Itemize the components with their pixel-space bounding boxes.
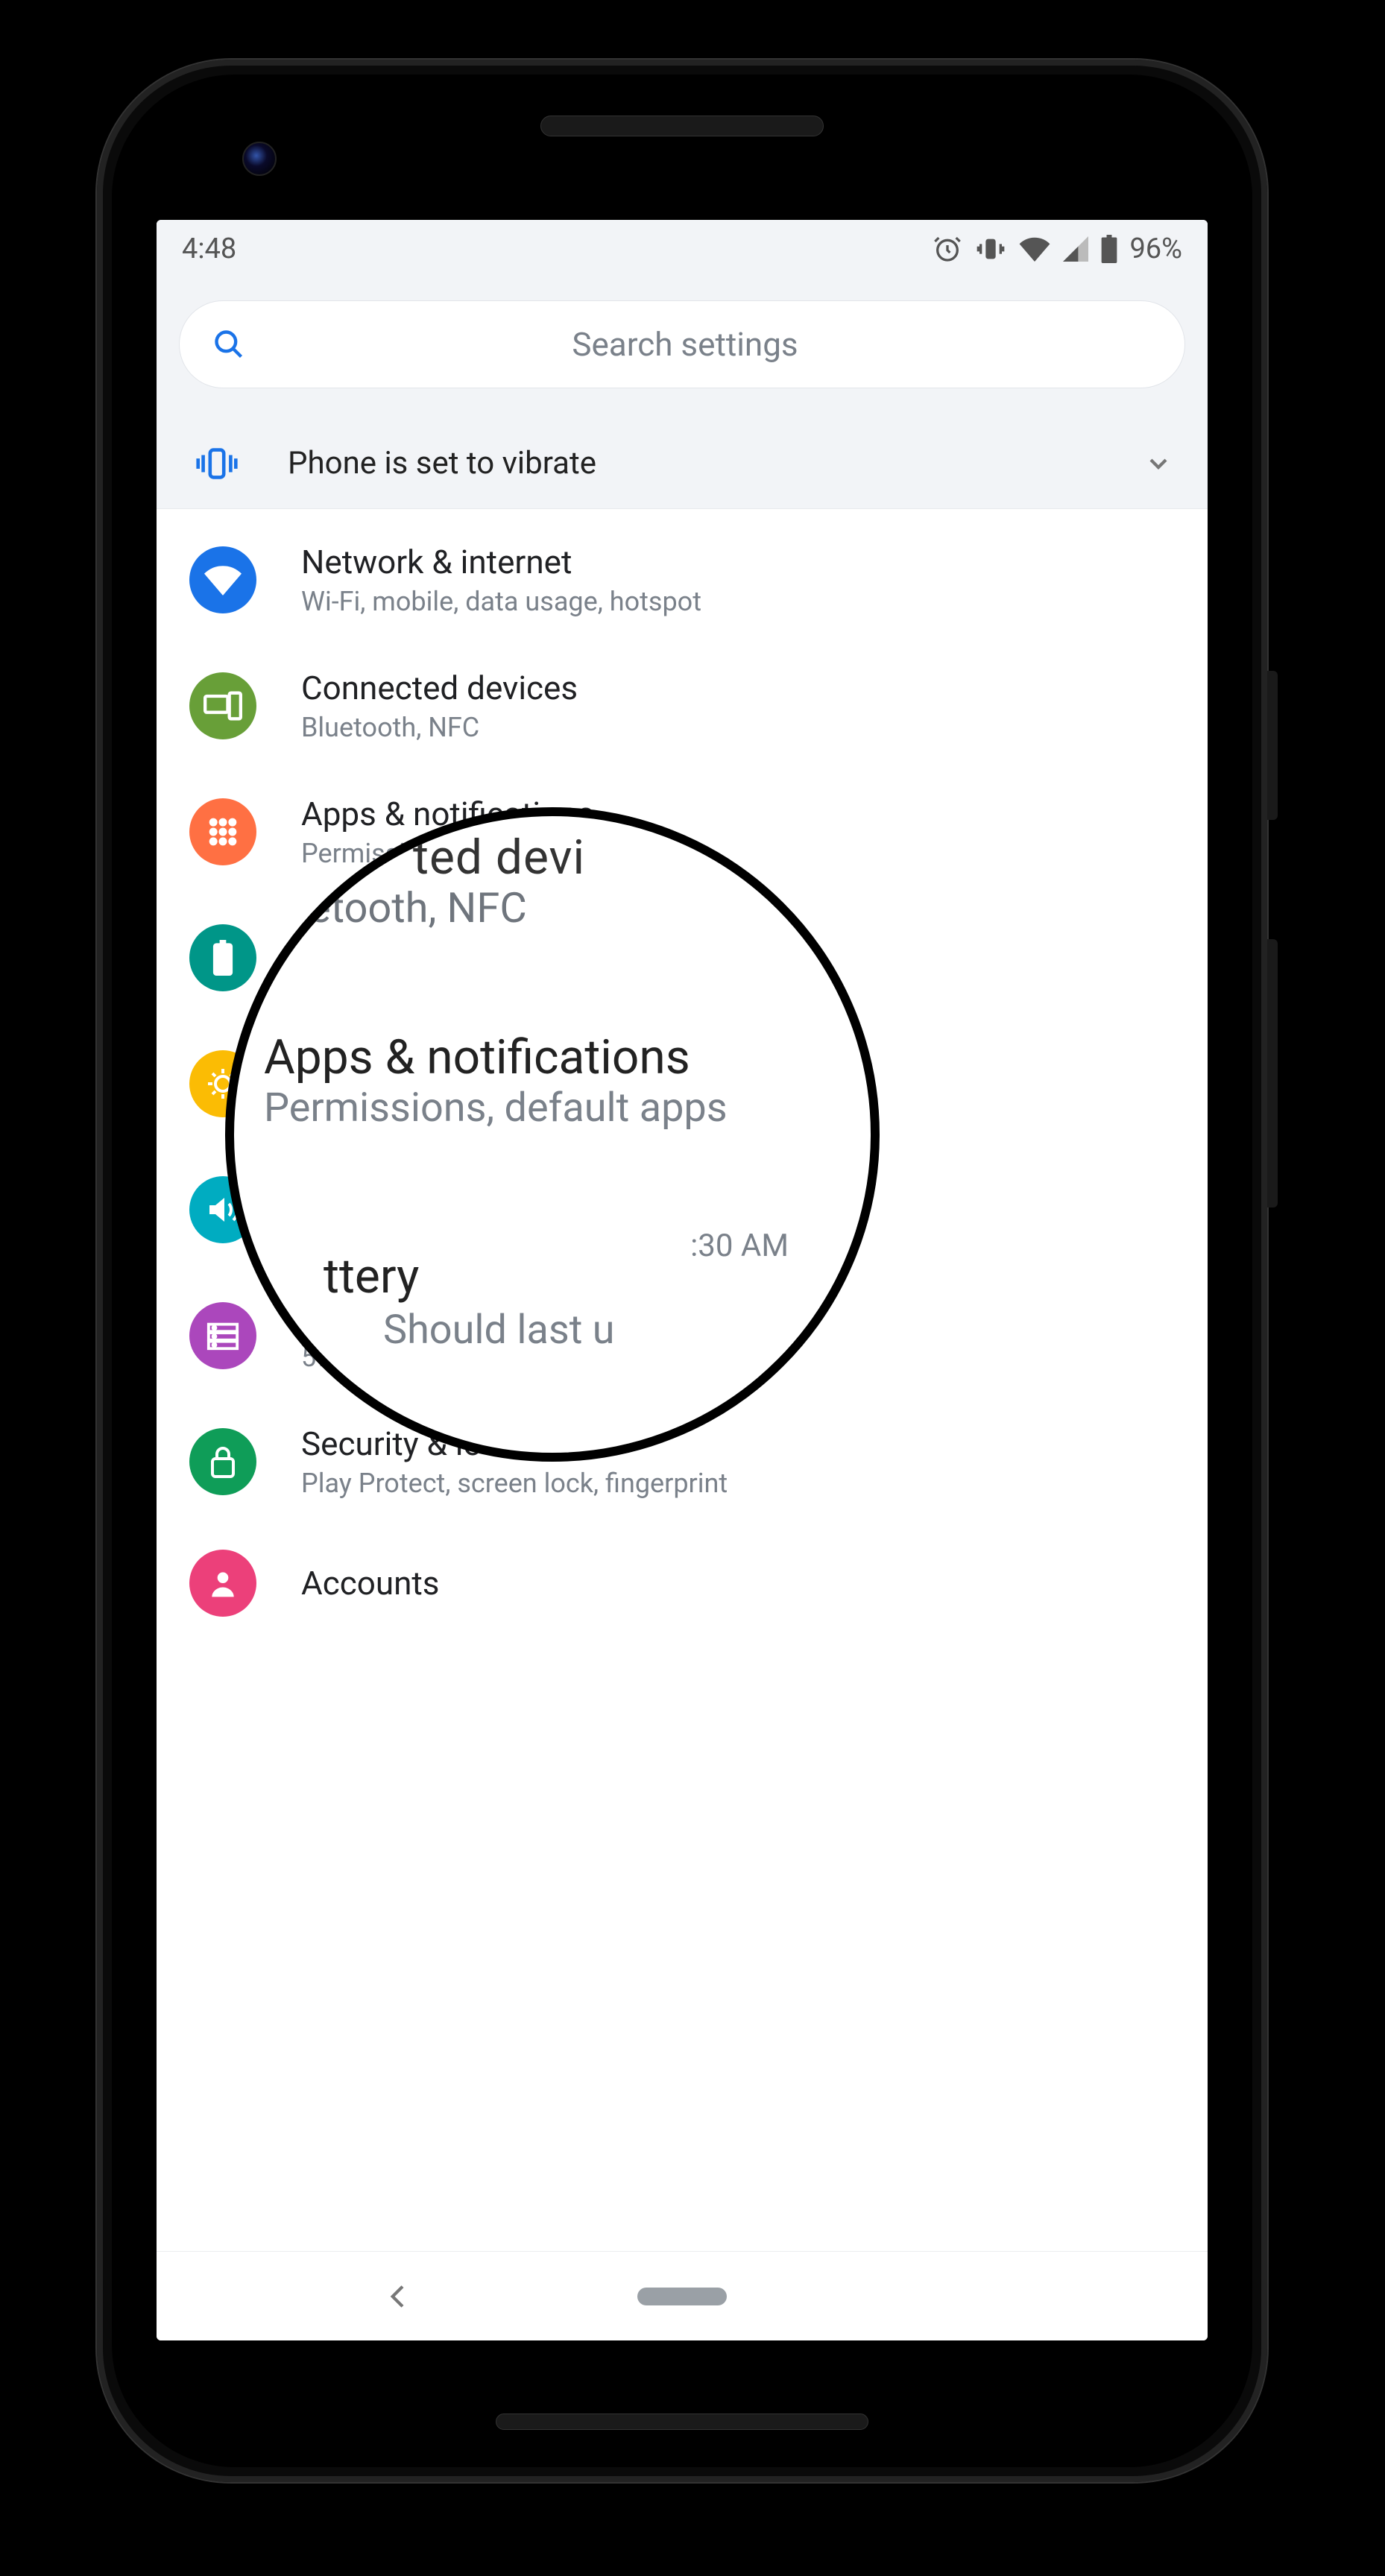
setting-subtitle: 96% - Should last until about 8:30 AM <box>301 964 744 995</box>
setting-subtitle: Permissions, default apps <box>301 838 610 869</box>
vibrate-suggestion-icon <box>191 446 243 481</box>
setting-security[interactable]: Security & location Play Protect, screen… <box>157 1398 1208 1524</box>
setting-title: Storage <box>301 1298 599 1339</box>
search-icon <box>212 328 245 361</box>
devices-icon <box>189 672 256 739</box>
screen: 4:48 96% Search settings <box>157 220 1208 2340</box>
setting-title: Display <box>301 1046 609 1087</box>
setting-connected-devices[interactable]: Connected devices Bluetooth, NFC <box>157 643 1208 768</box>
chevron-down-icon <box>1143 449 1173 479</box>
bottom-speaker <box>496 2414 868 2430</box>
nav-home-pill[interactable] <box>637 2288 727 2305</box>
stage: 4:48 96% Search settings <box>0 0 1385 2576</box>
apps-icon <box>189 798 256 865</box>
nav-back-icon[interactable] <box>384 2282 414 2311</box>
front-camera <box>242 142 277 176</box>
vibrate-icon <box>974 234 1007 264</box>
earpiece <box>540 116 824 136</box>
setting-network[interactable]: Network & internet Wi-Fi, mobile, data u… <box>157 517 1208 643</box>
setting-subtitle: Play Protect, screen lock, fingerprint <box>301 1468 728 1499</box>
setting-title: Security & location <box>301 1424 728 1465</box>
wifi-circle-icon <box>189 546 256 613</box>
setting-title: Apps & notifications <box>301 794 610 835</box>
battery-percent: 96% <box>1129 233 1182 265</box>
status-bar: 4:48 96% <box>157 220 1208 278</box>
setting-title: Accounts <box>301 1563 440 1604</box>
search-bar[interactable]: Search settings <box>179 300 1185 388</box>
accounts-icon <box>189 1550 256 1617</box>
setting-subtitle: Wi-Fi, mobile, data usage, hotspot <box>301 586 701 617</box>
alarm-icon <box>933 234 962 264</box>
cell-signal-icon <box>1062 236 1089 262</box>
setting-title: Network & internet <box>301 542 701 583</box>
settings-list: Network & internet Wi-Fi, mobile, data u… <box>157 509 1208 1617</box>
setting-apps[interactable]: Apps & notifications Permissions, defaul… <box>157 768 1208 894</box>
lock-icon <box>189 1428 256 1495</box>
storage-icon <box>189 1302 256 1369</box>
power-button <box>1267 671 1278 820</box>
status-time: 4:48 <box>182 233 236 265</box>
setting-subtitle: 59% used - 25.95 GB free <box>301 1342 599 1373</box>
setting-sound[interactable]: Sound Volume, vibration, Do Not Disturb <box>157 1146 1208 1272</box>
sound-icon <box>189 1176 256 1243</box>
setting-battery[interactable]: Battery 96% - Should last until about 8:… <box>157 894 1208 1020</box>
setting-title: Battery <box>301 920 744 961</box>
phone-frame: 4:48 96% Search settings <box>97 60 1267 2482</box>
search-area: Search settings <box>157 278 1208 418</box>
setting-accounts[interactable]: Accounts <box>157 1524 1208 1617</box>
setting-subtitle: Volume, vibration, Do Not Disturb <box>301 1216 694 1247</box>
setting-title: Sound <box>301 1172 694 1213</box>
setting-storage[interactable]: Storage 59% used - 25.95 GB free <box>157 1272 1208 1398</box>
system-nav-bar <box>157 2251 1208 2340</box>
volume-button <box>1267 939 1278 1208</box>
battery-icon <box>1101 235 1117 263</box>
battery-circle-icon <box>189 924 256 991</box>
status-right: 96% <box>933 233 1182 265</box>
setting-subtitle: Wallpaper, sleep, font size <box>301 1090 609 1121</box>
settings-scroll[interactable]: Network & internet Wi-Fi, mobile, data u… <box>157 509 1208 2251</box>
display-icon <box>189 1050 256 1117</box>
suggestion-row[interactable]: Phone is set to vibrate <box>157 418 1208 509</box>
search-placeholder: Search settings <box>271 325 1100 364</box>
setting-subtitle: Bluetooth, NFC <box>301 712 578 743</box>
setting-title: Connected devices <box>301 668 578 709</box>
suggestion-text: Phone is set to vibrate <box>243 445 1143 482</box>
setting-display[interactable]: Display Wallpaper, sleep, font size <box>157 1020 1208 1146</box>
wifi-icon <box>1019 236 1050 262</box>
